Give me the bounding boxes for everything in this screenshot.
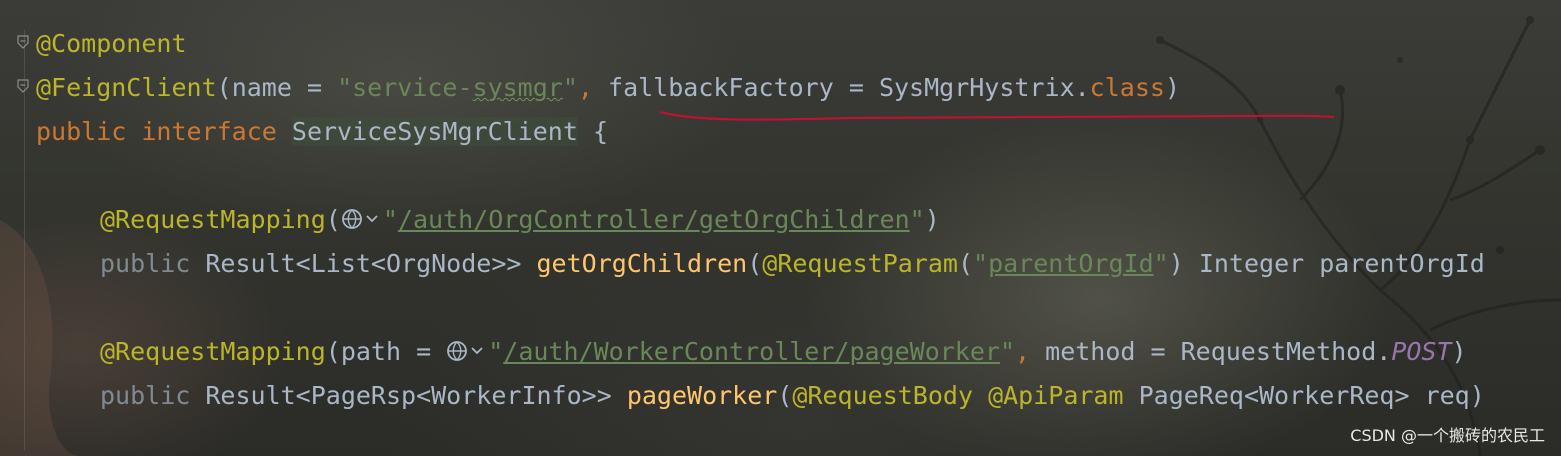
csdn-watermark: CSDN @一个搬砖的农民工 bbox=[1350, 426, 1545, 445]
red-underline-annotation bbox=[659, 111, 1335, 121]
